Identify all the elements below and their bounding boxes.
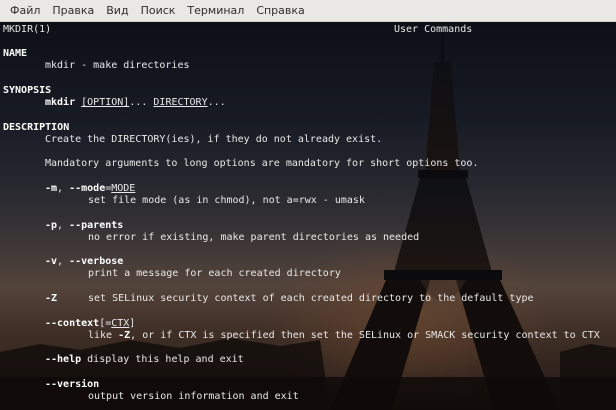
option-flag-long: --version <box>45 379 100 390</box>
menu-edit[interactable]: Правка <box>46 0 100 22</box>
option-flag-long: --verbose <box>69 256 124 267</box>
option-flag-short: -m <box>45 183 58 194</box>
option-parents: -p, --parents <box>45 220 123 232</box>
option-flag-short: -Z <box>45 293 58 304</box>
menu-view[interactable]: Вид <box>100 0 134 22</box>
name-text: mkdir - make directories <box>45 60 190 71</box>
menu-search[interactable]: Поиск <box>135 0 182 22</box>
option-arg: MODE <box>111 183 136 194</box>
man-page-output: MKDIR(1) User Commands NAME mkdir - make … <box>0 22 616 410</box>
option-flag-long: --context <box>45 318 100 329</box>
menubar: Файл Правка Вид Поиск Терминал Справка <box>0 0 616 22</box>
option-version-desc: output version information and exit <box>88 391 299 402</box>
option-mode-desc: set file mode (as in chmod), not a=rwx -… <box>88 195 365 206</box>
option-sep: , <box>57 220 70 231</box>
option-context: --context[=CTX] <box>45 318 135 330</box>
terminal-area[interactable]: MKDIR(1) User Commands NAME mkdir - make … <box>0 22 616 410</box>
option-context-desc-b: -Z <box>118 330 131 341</box>
description-text-1: Create the DIRECTORY(ies), if they do no… <box>45 134 383 145</box>
menu-help[interactable]: Справка <box>250 0 310 22</box>
synopsis-tail: ... <box>207 97 226 108</box>
description-text-2: Mandatory arguments to long options are … <box>45 158 479 169</box>
option-context-desc: like -Z, or if CTX is specified then set… <box>88 330 600 342</box>
option-bracket-close: ] <box>129 318 136 329</box>
synopsis-dots: ... <box>129 97 148 108</box>
option-arg: CTX <box>111 318 130 329</box>
synopsis-command: mkdir <box>45 97 76 108</box>
option-help: --help display this help and exit <box>45 354 244 366</box>
option-flag-long: --help <box>45 354 82 365</box>
option-context-desc-c: , or if CTX is specified then set the SE… <box>130 330 600 341</box>
option-sep: , <box>57 256 70 267</box>
option-mode: -m, --mode=MODE <box>45 183 135 195</box>
option-flag-long: --parents <box>69 220 124 231</box>
option-help-desc: display this help and exit <box>87 354 244 365</box>
synopsis-directory: DIRECTORY <box>153 97 208 108</box>
option-z: -Z set SELinux security context of each c… <box>45 293 534 305</box>
option-z-desc: set SELinux security context of each cre… <box>88 293 534 304</box>
option-verbose: -v, --verbose <box>45 256 123 268</box>
synopsis-option: [OPTION] <box>81 97 130 108</box>
option-sep: , <box>57 183 70 194</box>
option-verbose-desc: print a message for each created directo… <box>88 268 341 279</box>
description-heading: DESCRIPTION <box>3 122 70 133</box>
option-flag-long: --mode <box>69 183 106 194</box>
man-header: MKDIR(1) User Commands <box>3 24 472 36</box>
synopsis-heading: SYNOPSIS <box>3 85 52 96</box>
option-flag-short: -v <box>45 256 58 267</box>
option-bracket-open: [= <box>99 318 112 329</box>
option-parents-desc: no error if existing, make parent direct… <box>88 232 420 243</box>
option-flag-short: -p <box>45 220 58 231</box>
man-header-center: User Commands <box>394 24 473 35</box>
man-header-left: MKDIR(1) <box>3 24 52 35</box>
menu-file[interactable]: Файл <box>4 0 46 22</box>
synopsis-line: mkdir [OPTION]... DIRECTORY... <box>45 97 226 109</box>
option-context-desc-a: like <box>88 330 119 341</box>
menu-terminal[interactable]: Терминал <box>181 0 250 22</box>
option-version: --version <box>45 379 99 391</box>
name-heading: NAME <box>3 48 28 59</box>
